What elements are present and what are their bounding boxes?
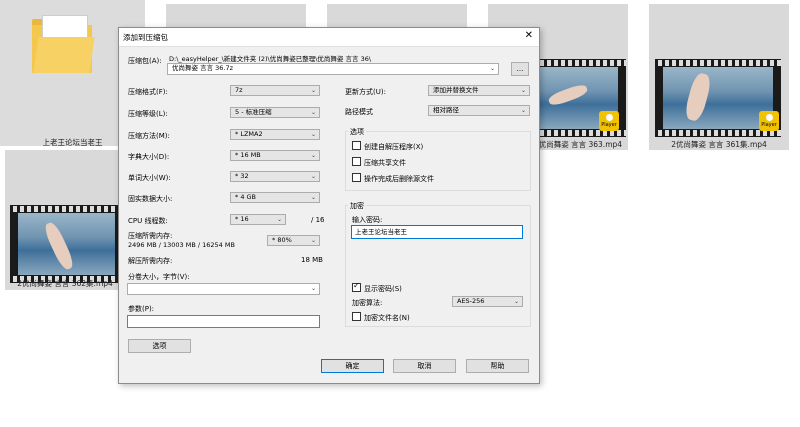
update-select[interactable]: 添加并替换文件 ⌄	[428, 85, 530, 96]
chevron-down-icon: ⌄	[520, 87, 526, 94]
method-select[interactable]: * LZMA2 ⌄	[230, 129, 320, 140]
browse-button[interactable]: ...	[511, 62, 529, 76]
video-caption: 2优尚舞姿 言言 361集.mp4	[671, 140, 767, 149]
dialog-title: 添加到压缩包	[123, 33, 168, 42]
path-label: 路径模式	[345, 108, 373, 116]
options-button[interactable]: 选项	[128, 339, 191, 353]
encryption-group-title: 加密	[348, 201, 366, 211]
chevron-down-icon: ⌄	[310, 109, 316, 116]
archive-name-combo[interactable]: 优尚舞姿 言言 36.7z ⌄	[167, 63, 499, 75]
sfx-checkbox[interactable]: 创建自解压程序(X)	[352, 141, 423, 152]
video-caption: 2优尚舞姿 言言 363.mp4	[533, 140, 623, 149]
password-input[interactable]: 上老王论坛当老王	[351, 225, 523, 239]
params-input[interactable]	[127, 315, 320, 328]
password-label: 输入密码:	[352, 216, 383, 224]
chevron-down-icon: ⌄	[489, 65, 495, 72]
chevron-down-icon: ⌄	[310, 237, 316, 244]
cancel-button[interactable]: 取消	[393, 359, 456, 373]
params-label: 参数(P):	[128, 305, 155, 313]
update-label: 更新方式(U):	[345, 88, 386, 96]
dialog-titlebar[interactable]: 添加到压缩包 ✕	[119, 28, 539, 47]
checkbox-box[interactable]	[352, 173, 361, 182]
options-group-title: 选项	[348, 127, 366, 137]
folder-icon	[32, 15, 95, 73]
chevron-down-icon: ⌄	[310, 87, 316, 94]
word-label: 单词大小(W):	[128, 174, 171, 182]
mem-percent-select[interactable]: * 80% ⌄	[267, 235, 320, 246]
player-icon: Player	[599, 111, 619, 131]
mem-comp-label: 压缩所需内存:	[128, 232, 173, 240]
format-label: 压缩格式(F):	[128, 88, 168, 96]
checkbox-box[interactable]	[352, 281, 361, 292]
enc-method-select[interactable]: AES-256 ⌄	[452, 296, 523, 307]
close-icon[interactable]: ✕	[525, 30, 533, 41]
thumbnail-tile[interactable]	[166, 4, 306, 29]
add-to-archive-dialog: 添加到压缩包 ✕ 压缩包(A): D:\_easyHelper_\新建文件夹 (…	[118, 27, 540, 384]
level-label: 压缩等级(L):	[128, 110, 168, 118]
split-label: 分卷大小，字节(V):	[128, 273, 190, 281]
player-icon: Player	[759, 111, 779, 131]
enc-method-label: 加密算法:	[352, 299, 383, 307]
checkbox-box[interactable]	[352, 141, 361, 150]
shared-checkbox[interactable]: 压缩共享文件	[352, 157, 406, 168]
archive-label: 压缩包(A):	[128, 57, 162, 65]
options-group: 选项 创建自解压程序(X) 压缩共享文件 操作完成后删除源文件	[345, 127, 531, 191]
chevron-down-icon: ⌄	[310, 152, 316, 159]
cpu-select[interactable]: * 16 ⌄	[230, 214, 286, 225]
encryption-group: 加密 输入密码: 上老王论坛当老王 显示密码(S) 加密算法: AES-256⌄…	[345, 201, 531, 327]
mem-decomp-value: 18 MB	[301, 256, 323, 264]
format-select[interactable]: 7z ⌄	[230, 85, 320, 96]
chevron-down-icon: ⌄	[513, 298, 519, 305]
dict-label: 字典大小(D):	[128, 153, 170, 161]
show-password-checkbox[interactable]: 显示密码(S)	[352, 281, 402, 294]
chevron-down-icon: ⌄	[310, 285, 316, 292]
solid-label: 固实数据大小:	[128, 195, 173, 203]
chevron-down-icon: ⌄	[310, 131, 316, 138]
video-tile-362[interactable]: 2优尚舞姿 言言 362集.mp4	[5, 150, 123, 290]
solid-select[interactable]: * 4 GB ⌄	[230, 192, 320, 203]
encrypt-names-checkbox[interactable]: 加密文件名(N)	[352, 312, 410, 323]
delete-checkbox[interactable]: 操作完成后删除源文件	[352, 173, 434, 184]
archive-path: D:\_easyHelper_\新建文件夹 (2)\优尚舞姿已整理\优尚舞姿 言…	[169, 55, 372, 63]
ok-button[interactable]: 确定	[321, 359, 384, 373]
cpu-label: CPU 线程数:	[128, 217, 168, 225]
split-combo[interactable]: ⌄	[127, 283, 320, 295]
mem-decomp-label: 解压所需内存:	[128, 257, 173, 265]
checkbox-box[interactable]	[352, 157, 361, 166]
chevron-down-icon: ⌄	[276, 216, 282, 223]
help-button[interactable]: 帮助	[466, 359, 529, 373]
mem-comp-value: 2496 MB / 13003 MB / 16254 MB	[128, 241, 235, 249]
video-caption: 2优尚舞姿 言言 362集.mp4	[17, 279, 113, 288]
cpu-total: / 16	[311, 216, 325, 224]
chevron-down-icon: ⌄	[520, 107, 526, 114]
thumbnail-tile[interactable]	[327, 4, 467, 29]
chevron-down-icon: ⌄	[310, 173, 316, 180]
checkbox-box[interactable]	[352, 312, 361, 321]
level-select[interactable]: 5 - 标准压缩 ⌄	[230, 107, 320, 118]
word-select[interactable]: * 32 ⌄	[230, 171, 320, 182]
video-thumbnail	[10, 205, 123, 283]
video-tile-361[interactable]: Player 2优尚舞姿 言言 361集.mp4	[649, 4, 789, 150]
dict-select[interactable]: * 16 MB ⌄	[230, 150, 320, 161]
path-select[interactable]: 相对路径 ⌄	[428, 105, 530, 116]
chevron-down-icon: ⌄	[310, 194, 316, 201]
method-label: 压缩方法(M):	[128, 132, 170, 140]
